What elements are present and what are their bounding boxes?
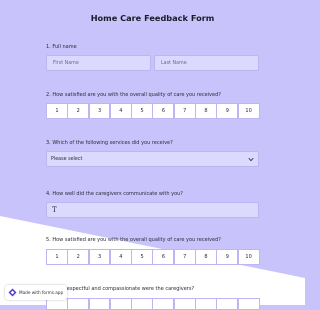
rating-option[interactable]: 6 [152, 103, 175, 119]
feedback-form: Home Care Feedback Form 1. Full name Fir… [0, 0, 305, 310]
question-3-label: 3. Which of the following services did y… [46, 140, 173, 146]
rating-option[interactable]: 9 [216, 103, 239, 119]
question-2-label: 2. How satisfied are you with the overal… [46, 92, 221, 98]
communication-textarea[interactable]: T [46, 202, 259, 218]
rating-option[interactable]: 5 [131, 103, 154, 119]
last-name-input[interactable]: Last Name [154, 55, 259, 71]
rating-scale-q6 [46, 298, 260, 310]
rating-option[interactable]: 4 [109, 103, 132, 119]
made-with-badge[interactable]: Made with forms.app [5, 285, 67, 300]
chevron-down-icon [248, 157, 254, 162]
rating-option[interactable]: 3 [88, 103, 111, 119]
select-value: Please select [51, 157, 83, 162]
rating-option[interactable] [152, 298, 175, 310]
first-name-input[interactable]: First Name [46, 55, 151, 71]
rating-option[interactable]: 2 [67, 103, 90, 119]
rating-option[interactable]: 8 [195, 249, 217, 265]
rating-scale-q5: 1 2 3 4 5 6 7 8 9 10 [46, 249, 260, 265]
rating-option[interactable]: 9 [216, 249, 239, 265]
formsapp-logo-icon [8, 288, 17, 297]
rating-option[interactable] [195, 298, 217, 310]
badge-text: Made with forms.app [19, 290, 64, 295]
text-format-icon: T [52, 206, 57, 214]
rating-option[interactable]: 7 [173, 103, 196, 119]
rating-option[interactable]: 8 [195, 103, 217, 119]
rating-option[interactable]: 1 [46, 103, 68, 119]
rating-option[interactable]: 2 [67, 249, 90, 265]
question-4-label: 4. How well did the caregivers communica… [46, 191, 183, 197]
rating-option[interactable] [67, 298, 90, 310]
form-title: Home Care Feedback Form [90, 13, 215, 23]
rating-option[interactable] [173, 298, 196, 310]
rating-option[interactable] [109, 298, 132, 310]
rating-option[interactable] [88, 298, 111, 310]
rating-option[interactable]: 7 [173, 249, 196, 265]
rating-scale-q2: 1 2 3 4 5 6 7 8 9 10 [46, 103, 260, 119]
rating-option[interactable] [216, 298, 239, 310]
rating-option[interactable]: 10 [237, 103, 260, 119]
rating-option[interactable] [237, 298, 260, 310]
question-5-label: 5. How satisfied are you with the overal… [46, 237, 221, 243]
rating-option[interactable]: 5 [131, 249, 154, 265]
rating-option[interactable]: 3 [88, 249, 111, 265]
rating-option[interactable]: 10 [237, 249, 260, 265]
rating-option[interactable]: 4 [109, 249, 132, 265]
rating-option[interactable]: 6 [152, 249, 175, 265]
services-select[interactable]: Please select [46, 151, 259, 167]
rating-option[interactable]: 1 [46, 249, 68, 265]
question-1-label: 1. Full name [46, 44, 77, 50]
question-6-label: 6. How respectful and compassionate were… [46, 286, 195, 292]
rating-option[interactable] [131, 298, 154, 310]
